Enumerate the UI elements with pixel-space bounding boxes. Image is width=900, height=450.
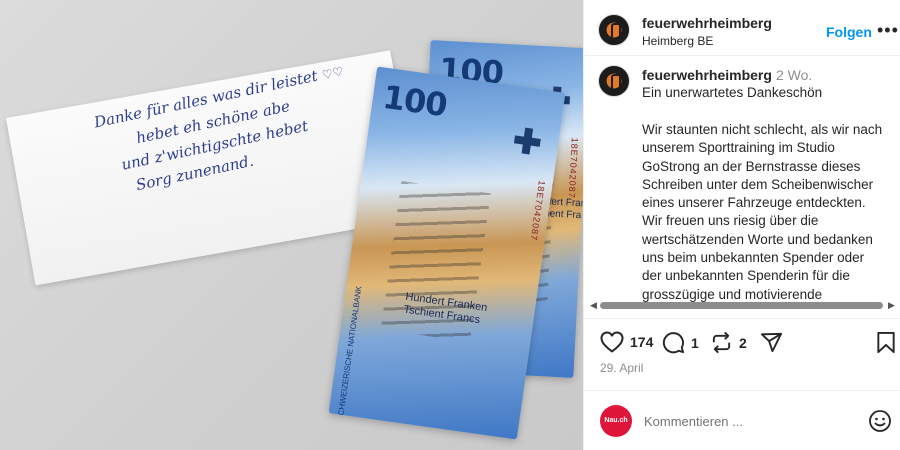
paper-plane-icon <box>760 332 783 353</box>
comment-bar: Nau.ch <box>584 390 900 450</box>
scrollbar-thumb[interactable] <box>600 302 883 309</box>
banknote-serial: 18E7042087 <box>528 179 547 242</box>
repost-count[interactable]: 2 <box>739 335 747 351</box>
comment-input[interactable] <box>644 411 844 431</box>
caption-line: eines unserer Fahrzeuge entdeckten. <box>642 195 866 211</box>
account-avatar[interactable] <box>598 14 630 46</box>
bookmark-icon <box>877 331 895 354</box>
caption-line: der unbekannten Spenderin für die <box>642 268 850 284</box>
save-button[interactable] <box>876 331 896 354</box>
caption-line: wertschätzenden Worte und bedanken <box>642 231 873 247</box>
post-photo[interactable]: Danke für alles was dir leistet ♡♡ hebet… <box>0 0 583 450</box>
caption-time: 2 Wo. <box>775 67 813 83</box>
caption-line: GoStrong an der Bernstrasse dieses <box>642 158 861 174</box>
repost-icon <box>712 331 731 354</box>
caption-line: Wir staunten nicht schlecht, als wir nac… <box>642 122 883 137</box>
caption-line: unserem Sporttraining im Studio <box>642 140 835 156</box>
horizontal-scrollbar[interactable]: ◀ ▶ <box>584 298 900 312</box>
post-panel: feuerwehrheimberg Heimberg BE Folgen •••… <box>583 0 900 450</box>
more-options-icon[interactable]: ••• <box>877 20 899 41</box>
follow-button[interactable]: Folgen <box>826 24 872 40</box>
comment-bubble-icon <box>662 332 685 354</box>
post-location[interactable]: Heimberg BE <box>642 34 713 48</box>
account-username[interactable]: feuerwehrheimberg <box>642 15 772 31</box>
banknote-denomination: 100 <box>380 77 449 125</box>
banknote-serial: 18E7042087 <box>566 137 580 199</box>
caption-line: Schreiben unter dem Scheibenwischer <box>642 176 874 192</box>
caption-line: Wir freuen uns riesig über die <box>642 213 819 229</box>
caption-line: uns beim unbekannten Spender oder <box>642 250 865 266</box>
scroll-right-arrow-icon[interactable]: ▶ <box>888 300 895 311</box>
commenter-avatar[interactable]: Nau.ch <box>600 405 632 437</box>
comment-button[interactable]: 1 <box>662 331 699 354</box>
caption-title: Ein unerwartetes Dankeschön <box>642 85 823 100</box>
emoji-button[interactable] <box>868 409 892 438</box>
heart-icon <box>600 331 624 353</box>
post-header: feuerwehrheimberg Heimberg BE Folgen ••• <box>584 0 900 56</box>
like-count[interactable]: 174 <box>630 334 653 350</box>
post-actions: 174 1 2 <box>584 318 900 364</box>
caption-username[interactable]: feuerwehrheimberg <box>642 67 772 83</box>
caption-header: feuerwehrheimberg 2 Wo. <box>642 67 812 83</box>
swiss-cross-icon <box>513 126 542 155</box>
post-date[interactable]: 29. April <box>600 361 643 375</box>
caption-avatar[interactable] <box>598 65 630 97</box>
banknote-bank-text: SCHWEIZERISCHE NATIONALBANK <box>335 285 364 422</box>
caption-area[interactable]: feuerwehrheimberg 2 Wo. Ein unerwartetes … <box>584 57 900 309</box>
repost-button[interactable]: 2 <box>710 331 747 354</box>
caption-body: Wir staunten nicht schlecht, als wir nac… <box>642 121 892 304</box>
comment-count[interactable]: 1 <box>691 335 699 351</box>
share-button[interactable] <box>760 331 783 354</box>
like-button[interactable]: 174 <box>600 331 653 353</box>
emoji-icon <box>869 410 891 432</box>
scroll-left-arrow-icon[interactable]: ◀ <box>590 300 597 311</box>
note-hearts: ♡♡ <box>320 63 345 83</box>
